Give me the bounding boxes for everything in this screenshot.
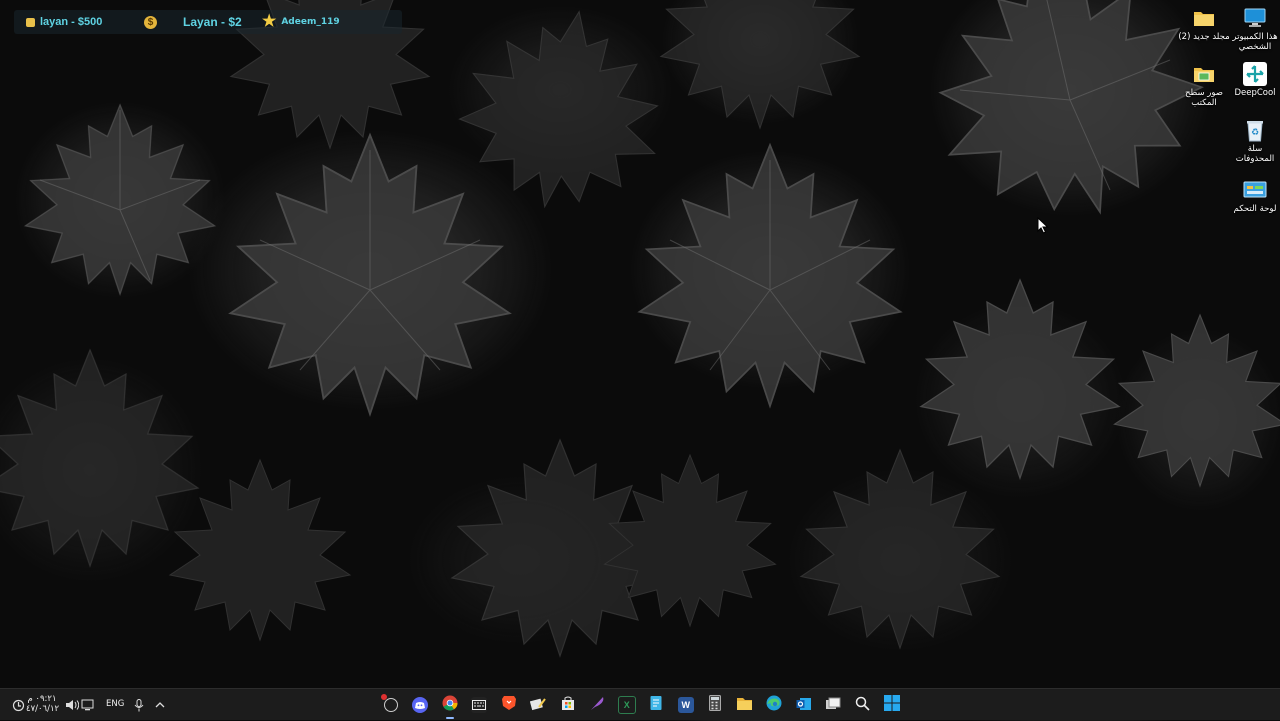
desktop-icon-new-folder-2[interactable]: مجلد جديد (2) (1175, 6, 1233, 42)
update-icon[interactable] (11, 698, 25, 712)
overlay-text: Adeem_119 (281, 17, 340, 27)
overlay-item-adeem: ★ Adeem_119 (262, 10, 340, 34)
desktop-icon-label: هذا الكمبيوتر (1232, 32, 1278, 42)
folder-icon (1192, 6, 1216, 30)
clock-badge-icon (380, 694, 398, 712)
desktop-icon-this-pc[interactable]: هذا الكمبيوتر الشخصي (1226, 6, 1280, 52)
taskbar-app-outlook[interactable] (789, 689, 819, 721)
clock-date: ٤٧/٠٦/١٢ (26, 704, 60, 714)
desktop-icon-label: DeepCool (1234, 88, 1276, 98)
taskbar-app-keyboard-app[interactable] (465, 689, 495, 721)
discord-icon (412, 697, 429, 713)
overlay-item-layan-500: layan - $500 (26, 10, 102, 34)
desktop-icon-desktop-pictures[interactable]: صور سطح المكتب (1175, 62, 1233, 108)
notes-icon (530, 696, 547, 715)
windows-logo-icon (884, 695, 901, 715)
desktop-icon-label: الشخصي (1238, 42, 1272, 52)
taskbar-app-microsoft-store[interactable] (553, 689, 583, 721)
taskbar-app-notepad[interactable] (642, 689, 672, 721)
svg-text:♻: ♻ (1251, 128, 1259, 138)
store-icon (560, 695, 576, 715)
desktop-icon-label: لوحة التحكم (1233, 204, 1277, 214)
taskbar-app-file-explorer[interactable] (730, 689, 760, 721)
chevron-up-icon[interactable] (154, 698, 166, 712)
desktop-icon-label: صور سطح (1185, 88, 1223, 98)
taskbar-app-excel[interactable]: X (612, 689, 642, 721)
language-indicator[interactable]: ENG (106, 699, 124, 709)
outlook-icon (796, 696, 812, 715)
desktop-icon-label: مجلد جديد (2) (1178, 32, 1230, 42)
keyboard-icon (471, 697, 488, 713)
taskbar-app-notes-app[interactable] (524, 689, 554, 721)
task-view-icon (825, 696, 841, 715)
taskbar-app-discord[interactable] (406, 689, 436, 721)
taskbar-app-task-app[interactable] (376, 689, 406, 721)
stream-overlay-bar: layan - $500 $ Layan - $2 ★ Adeem_119 (14, 10, 402, 34)
edge-icon (766, 695, 782, 715)
clock-time: ٠٩:٢١ م (27, 694, 57, 704)
microphone-icon[interactable] (133, 698, 145, 712)
deepcool-icon (1243, 62, 1267, 86)
network-icon[interactable] (81, 698, 95, 712)
taskbar-app-word[interactable]: W (671, 689, 701, 721)
taskbar-app-chrome[interactable] (435, 689, 465, 721)
taskbar-app-calculator[interactable] (701, 689, 731, 721)
desktop-icon-recycle-bin[interactable]: ♻ سلة المحذوفات (1226, 118, 1280, 164)
brave-icon (501, 695, 516, 715)
desktop-icon-deepcool[interactable]: DeepCool (1226, 62, 1280, 98)
desktop-icon-control-panel[interactable]: لوحة التحكم (1226, 178, 1280, 214)
notification-badge (380, 694, 387, 700)
mouse-cursor-icon (1037, 217, 1049, 234)
desktop-icon-label: المحذوفات (1235, 154, 1275, 164)
excel-icon: X (617, 696, 636, 714)
overlay-item-layan-2: Layan - $2 (183, 10, 242, 34)
overlay-item-coin: $ (144, 10, 157, 34)
overlay-text: Layan - $2 (183, 15, 242, 29)
picture-folder-icon (1192, 62, 1216, 86)
desktop-icon-label: المكتب (1191, 98, 1217, 108)
taskbar-app-pen-app[interactable] (583, 689, 613, 721)
taskbar-app-brave[interactable] (494, 689, 524, 721)
taskbar: ٠٩:٢١ م ٤٧/٠٦/١٢ ENG X W (0, 688, 1280, 720)
search-icon (855, 696, 870, 715)
folder-icon (736, 696, 753, 715)
monitor-icon (1243, 6, 1267, 30)
taskbar-clock[interactable]: ٠٩:٢١ م ٤٧/٠٦/١٢ (26, 694, 60, 714)
chrome-icon (442, 695, 458, 715)
control-panel-icon (1243, 178, 1267, 202)
overlay-text: layan - $500 (40, 16, 103, 28)
recycle-bin-icon: ♻ (1243, 118, 1267, 142)
word-icon: W (677, 697, 694, 713)
wallpaper-leaves (0, 0, 1280, 657)
calculator-icon (709, 695, 722, 715)
taskbar-app-edge[interactable] (760, 689, 790, 721)
desktop-icon-label: سلة (1247, 144, 1263, 154)
speaker-icon[interactable] (65, 698, 79, 712)
taskbar-app-start[interactable] (878, 689, 908, 721)
taskbar-app-search[interactable] (848, 689, 878, 721)
gold-bar-icon (26, 17, 35, 27)
feather-icon (589, 695, 605, 715)
star-icon: ★ (262, 13, 277, 30)
taskbar-apps: X W (376, 689, 907, 721)
dollar-coin-icon: $ (144, 15, 157, 29)
taskbar-app-task-view[interactable] (819, 689, 849, 721)
notepad-icon (650, 695, 662, 715)
